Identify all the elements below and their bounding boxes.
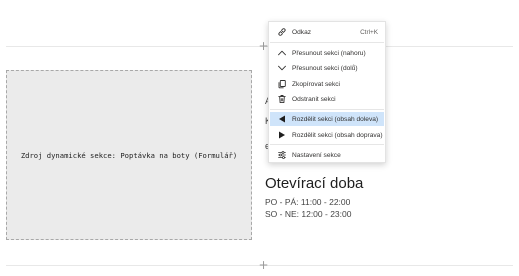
opening-hours-weekdays: PO - PÁ: 11:00 - 22:00 xyxy=(265,197,351,207)
menu-item-move-down[interactable]: Přesunout sekci (dolů) xyxy=(270,61,384,75)
trash-icon xyxy=(272,94,292,104)
menu-item-label: Přesunout sekci (dolů) xyxy=(292,64,358,72)
dynamic-section-source-text: Zdroj dynamické sekce: Poptávka na boty … xyxy=(20,150,238,160)
menu-separator xyxy=(270,144,384,145)
menu-item-label: Nastavení sekce xyxy=(292,151,341,159)
add-section-button-bottom[interactable]: + xyxy=(258,259,269,271)
link-icon xyxy=(272,27,292,37)
opening-hours-weekend: SO - NE: 12:00 - 23:00 xyxy=(265,209,352,219)
menu-item-label: Přesunout sekci (nahoru) xyxy=(292,49,366,57)
page-canvas: + Zdroj dynamické sekce: Poptávka na bot… xyxy=(0,0,519,276)
dynamic-section-placeholder[interactable]: Zdroj dynamické sekce: Poptávka na boty … xyxy=(6,70,252,240)
menu-item-link[interactable]: Odkaz Ctrl+K xyxy=(270,25,384,39)
triangle-right-icon xyxy=(272,130,292,140)
menu-item-section-settings[interactable]: Nastavení sekce xyxy=(270,148,384,162)
settings-sliders-icon xyxy=(272,150,292,160)
triangle-left-icon xyxy=(272,114,292,124)
section-context-menu: Odkaz Ctrl+K Přesunout sekci (nahoru) Př… xyxy=(268,21,386,163)
menu-item-label: Odkaz xyxy=(292,28,312,36)
menu-separator xyxy=(270,42,384,43)
menu-item-label: Rozdělit sekci (obsah doprava) xyxy=(292,131,383,139)
menu-item-split-content-right[interactable]: Rozdělit sekci (obsah doprava) xyxy=(270,128,384,142)
opening-hours-title: Otevírací doba xyxy=(265,175,364,192)
menu-item-label: Rozdělit sekci (obsah doleva) xyxy=(292,115,379,123)
menu-separator xyxy=(270,109,384,110)
menu-item-delete-section[interactable]: Odstranit sekci xyxy=(270,92,384,106)
menu-item-label: Zkopírovat sekci xyxy=(292,80,341,88)
menu-item-label: Odstranit sekci xyxy=(292,95,336,103)
chevron-up-icon xyxy=(272,48,292,58)
menu-item-copy-section[interactable]: Zkopírovat sekci xyxy=(270,77,384,91)
copy-icon xyxy=(272,79,292,89)
chevron-down-icon xyxy=(272,63,292,73)
menu-item-move-up[interactable]: Přesunout sekci (nahoru) xyxy=(270,46,384,60)
menu-item-shortcut: Ctrl+K xyxy=(360,28,378,36)
menu-item-split-content-left[interactable]: Rozdělit sekci (obsah doleva) xyxy=(270,112,384,126)
